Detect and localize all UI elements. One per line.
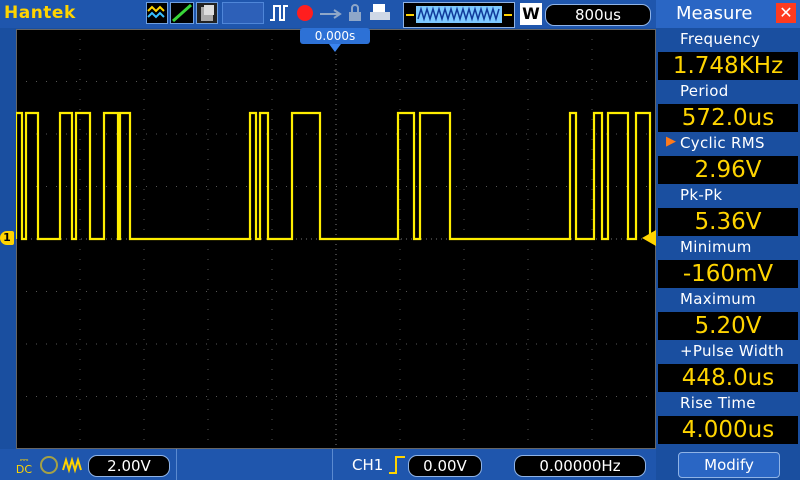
divider <box>176 449 177 480</box>
measure-label-frequency: Frequency <box>680 30 761 48</box>
divider <box>332 449 333 480</box>
measure-label-pulse-width: +Pulse Width <box>680 342 785 360</box>
volts-per-div-readout[interactable]: 2.00V <box>88 455 170 477</box>
measure-label-cyclic-rms: Cyclic RMS <box>680 134 765 152</box>
close-icon[interactable]: ✕ <box>776 3 796 23</box>
trigger-channel-label: CH1 <box>352 456 384 474</box>
channel-1-marker[interactable]: 1 <box>0 231 14 245</box>
persistence-icon[interactable] <box>196 2 218 24</box>
dc-coupling-icon[interactable]: ⎓ DC <box>14 454 34 475</box>
top-toolbar: Hantek W 800us <box>0 0 656 28</box>
usb-icon <box>318 2 344 24</box>
ch1-trace <box>14 111 656 241</box>
wave-icon[interactable] <box>146 2 168 24</box>
timebase-readout[interactable]: 800us <box>545 4 651 26</box>
measure-value-cyclic-rms[interactable]: 2.96V <box>658 156 798 184</box>
measure-value-minimum[interactable]: -160mV <box>658 260 798 288</box>
bandwidth-limit-icon[interactable] <box>40 456 58 474</box>
status-blank <box>222 2 264 24</box>
brand-logo: Hantek <box>4 3 76 23</box>
measure-value-frequency[interactable]: 1.748KHz <box>658 52 798 80</box>
scope-grid <box>14 29 656 449</box>
measure-value-period[interactable]: 572.0us <box>658 104 798 132</box>
measure-label-minimum: Minimum <box>680 238 752 256</box>
rising-edge-icon[interactable] <box>388 455 406 475</box>
trigger-position-readout[interactable]: 0.000s <box>300 28 370 44</box>
waveform-display <box>14 29 656 449</box>
measure-value-pk-pk[interactable]: 5.36V <box>658 208 798 236</box>
measure-header: Measure ✕ <box>656 0 800 28</box>
bottom-status-bar: ⎓ DC 2.00V CH1 0.00V 0.00000Hz <box>0 449 656 480</box>
ramp-icon[interactable] <box>170 2 194 24</box>
selected-arrow-icon: ▶ <box>666 134 676 149</box>
modify-button[interactable]: Modify <box>678 452 780 478</box>
measure-label-pk-pk: Pk-Pk <box>680 186 723 204</box>
memory-depth-indicator <box>403 2 515 28</box>
measure-title: Measure <box>676 3 753 24</box>
measure-label-rise-time: Rise Time <box>680 394 756 412</box>
trigger-level-arrow-icon[interactable] <box>642 230 656 246</box>
waveform-mode-badge[interactable]: W <box>520 3 542 25</box>
trigger-pulse-icon[interactable] <box>268 2 292 24</box>
printer-icon[interactable] <box>368 2 392 24</box>
trigger-frequency-readout: 0.00000Hz <box>514 455 646 477</box>
measure-label-maximum: Maximum <box>680 290 757 308</box>
measure-value-maximum[interactable]: 5.20V <box>658 312 798 340</box>
trigger-position-arrow-icon <box>329 44 341 52</box>
trigger-level-readout[interactable]: 0.00V <box>408 455 482 477</box>
measure-value-pulse-width[interactable]: 448.0us <box>658 364 798 392</box>
measure-label-period: Period <box>680 82 729 100</box>
lock-icon <box>346 2 366 24</box>
measure-value-rise-time[interactable]: 4.000us <box>658 416 798 444</box>
run-stop-icon[interactable] <box>295 2 315 24</box>
probe-icon[interactable] <box>62 456 84 474</box>
measure-panel: Measure ✕ Frequency 1.748KHz Period 572.… <box>656 0 800 480</box>
